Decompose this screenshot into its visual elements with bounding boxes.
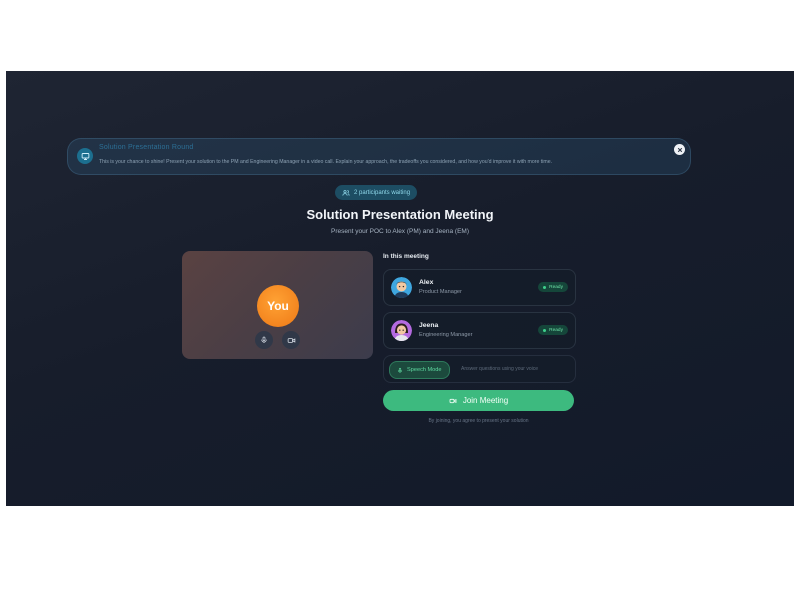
self-video-preview: You (182, 251, 373, 359)
speech-mode-button[interactable]: Speech Mode (389, 361, 450, 379)
monitor-icon (77, 148, 93, 164)
status-label: Ready (549, 327, 563, 333)
meeting-lobby: Solution Presentation Round This is your… (6, 71, 794, 506)
in-meeting-heading: In this meeting (383, 253, 429, 260)
footer-note: By joining, you agree to present your so… (428, 418, 529, 424)
participant-card-alex: Alex Product Manager Ready (383, 269, 576, 306)
page-title: Solution Presentation Meeting (306, 207, 494, 222)
page-subtitle: Present your POC to Alex (PM) and Jeena … (331, 228, 469, 235)
participant-role: Engineering Manager (419, 332, 473, 338)
speech-mode-hint: Answer questions using your voice (461, 366, 538, 372)
avatar-jeena (391, 320, 412, 341)
video-camera-icon (449, 398, 457, 403)
join-meeting-label: Join Meeting (462, 396, 509, 405)
microphone-icon (397, 367, 403, 373)
status-dot (543, 285, 547, 289)
banner-title: Solution Presentation Round (99, 144, 194, 151)
status-badge: Ready (538, 282, 568, 292)
self-avatar: You (257, 285, 299, 327)
participant-role: Product Manager (419, 289, 462, 295)
avatar-alex (391, 277, 412, 298)
video-camera-icon (287, 337, 295, 343)
participant-card-jeena: Jeena Engineering Manager Ready (383, 312, 576, 349)
microphone-button[interactable] (255, 331, 273, 349)
speech-mode-row: Speech Mode Answer questions using your … (383, 355, 576, 383)
participant-name: Alex (419, 279, 434, 286)
users-icon (342, 189, 350, 196)
close-icon[interactable] (674, 144, 685, 155)
speech-mode-label: Speech Mode (407, 367, 442, 373)
camera-button[interactable] (282, 331, 300, 349)
microphone-icon (261, 336, 267, 343)
status-badge: Ready (538, 325, 568, 335)
status-dot (543, 328, 547, 332)
participants-waiting-badge: 2 participants waiting (335, 185, 418, 200)
status-label: Ready (549, 284, 563, 290)
banner-text: This is your chance to shine! Present yo… (99, 159, 553, 165)
participants-waiting-label: 2 participants waiting (354, 189, 411, 196)
join-meeting-button[interactable]: Join Meeting (383, 390, 574, 411)
info-banner: Solution Presentation Round This is your… (67, 138, 691, 175)
participant-name: Jeena (419, 322, 439, 329)
